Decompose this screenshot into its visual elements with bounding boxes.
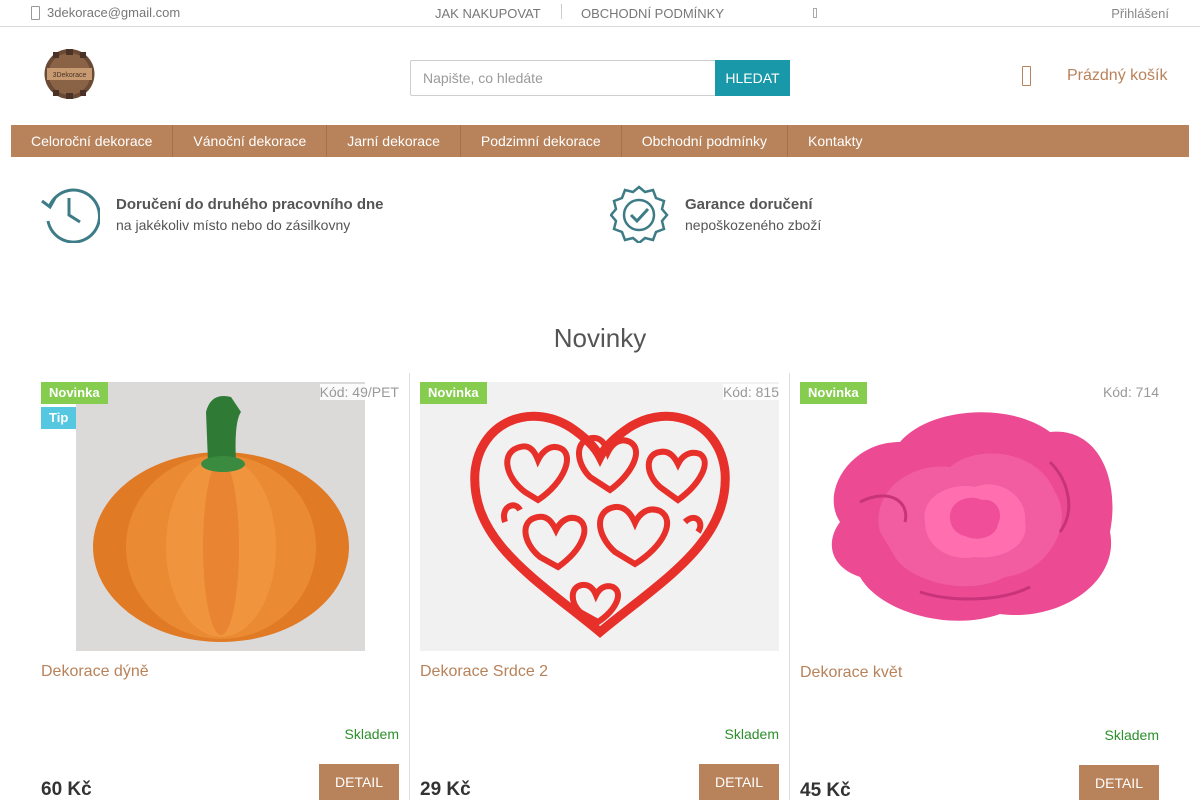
contact-email-text: 3dekorace@gmail.com [47, 5, 181, 20]
cart[interactable]: Prázdný košík [1022, 66, 1167, 86]
site-logo[interactable]: 3Dekorace [43, 48, 96, 100]
column-divider [789, 373, 790, 800]
menu-item-terms[interactable]: Obchodní podmínky [622, 125, 789, 157]
benefit-title: Garance doručení [685, 196, 813, 213]
product-image[interactable] [76, 382, 365, 651]
availability: Skladem [724, 726, 779, 742]
detail-button[interactable]: DETAIL [699, 764, 779, 800]
search-bar: HLEDAT [410, 60, 790, 96]
login-link[interactable]: Přihlášení [1111, 6, 1169, 21]
search-input[interactable] [410, 60, 715, 96]
product-name[interactable]: Dekorace Srdce 2 [420, 663, 548, 681]
product-card: Novinka Kód: 815 Dekorace Srdce 2 Sklade… [420, 373, 779, 800]
detail-button[interactable]: DETAIL [1079, 765, 1159, 800]
main-menu: Celoroční dekorace Vánoční dekorace Jarn… [11, 125, 1189, 157]
badge-new: Novinka [41, 382, 108, 404]
product-code: Kód: 49/PET [319, 384, 399, 400]
top-bar: 3dekorace@gmail.com JAK NAKUPOVAT OBCHOD… [0, 0, 1200, 27]
badge-new: Novinka [420, 382, 487, 404]
product-code: Kód: 815 [722, 384, 779, 400]
product-price: 29 Kč [420, 779, 471, 800]
product-image[interactable] [800, 382, 1159, 652]
link-terms[interactable]: OBCHODNÍ PODMÍNKY [581, 6, 724, 21]
benefit-subtitle: nepoškozeného zboží [685, 217, 822, 233]
column-divider [409, 373, 410, 800]
benefit-title: Doručení do druhého pracovního dne [116, 196, 384, 213]
contact-email[interactable]: 3dekorace@gmail.com [31, 5, 180, 20]
divider [561, 4, 562, 19]
product-price: 60 Kč [41, 779, 92, 800]
benefit-guarantee: Garance doručení nepoškozeného zboží [610, 185, 821, 243]
product-code: Kód: 714 [1102, 384, 1159, 400]
badge-tip: Tip [41, 407, 77, 429]
search-button[interactable]: HLEDAT [715, 60, 790, 96]
menu-item-spring[interactable]: Jarní dekorace [327, 125, 461, 157]
badge-check-icon [610, 185, 669, 243]
logo-text: 3Dekorace [53, 72, 87, 79]
mail-icon [31, 5, 40, 20]
availability: Skladem [1104, 727, 1159, 743]
availability: Skladem [344, 726, 399, 742]
benefit-delivery: Doručení do druhého pracovního dne na ja… [40, 185, 384, 243]
more-icon[interactable] [813, 8, 817, 18]
product-price: 45 Kč [800, 780, 851, 800]
product-name[interactable]: Dekorace dýně [41, 663, 149, 681]
section-title: Novinky [553, 323, 647, 353]
cart-icon [1022, 66, 1031, 86]
product-image[interactable] [420, 382, 779, 651]
menu-item-contacts[interactable]: Kontakty [788, 125, 882, 157]
product-card: Novinka Tip Kód: 49/PET Dekorace dýně Sk… [41, 373, 399, 800]
detail-button[interactable]: DETAIL [319, 764, 399, 800]
menu-item-autumn[interactable]: Podzimní dekorace [461, 125, 622, 157]
product-name[interactable]: Dekorace květ [800, 664, 902, 682]
cart-label: Prázdný košík [1067, 67, 1168, 84]
menu-item-year-round[interactable]: Celoroční dekorace [11, 125, 174, 157]
link-how-to-buy[interactable]: JAK NAKUPOVAT [435, 6, 541, 21]
badge-new: Novinka [800, 382, 867, 404]
product-card: Novinka Kód: 714 Dekorace květ Skladem 4… [800, 373, 1159, 800]
clock-history-icon [41, 188, 100, 243]
menu-item-christmas[interactable]: Vánoční dekorace [173, 125, 328, 157]
benefit-subtitle: na jakékoliv místo nebo do zásilkovny [116, 217, 351, 233]
